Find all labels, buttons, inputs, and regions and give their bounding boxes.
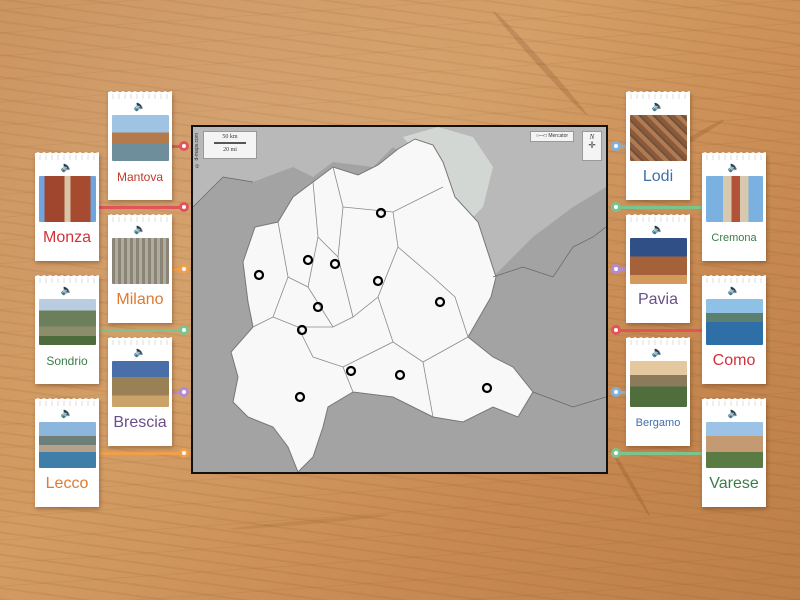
drop-pin-cremona[interactable] — [611, 202, 621, 212]
card-tear — [35, 396, 99, 401]
speaker-icon[interactable]: 🔈 — [61, 408, 73, 420]
card-varese[interactable]: 🔈 Varese — [702, 396, 766, 507]
connector-monza — [98, 206, 184, 209]
card-tear — [702, 150, 766, 155]
thumb-night-square — [629, 238, 687, 284]
card-tear — [35, 273, 99, 278]
card-label-mantova: Mantova — [116, 170, 164, 184]
thumb-hilltop-village — [705, 422, 763, 468]
thumb-alpine-valley — [38, 299, 96, 345]
connector-varese — [616, 452, 702, 455]
card-label-bergamo: Bergamo — [635, 417, 681, 429]
card-tear — [702, 273, 766, 278]
speaker-icon[interactable]: 🔈 — [134, 224, 146, 236]
card-label-como: Como — [712, 352, 756, 369]
card-como[interactable]: 🔈 Como — [702, 273, 766, 384]
card-tear — [108, 89, 172, 94]
card-label-brescia: Brescia — [113, 414, 167, 431]
scale-bar: 50 km 20 mi — [203, 131, 257, 159]
speaker-icon[interactable]: 🔈 — [728, 285, 740, 297]
drop-pin-como[interactable] — [611, 325, 621, 335]
drop-pin-varese[interactable] — [611, 448, 621, 458]
card-label-milano: Milano — [116, 291, 164, 308]
compass: N ✛ — [582, 131, 602, 161]
card-milano[interactable]: 🔈 Milano — [108, 212, 172, 323]
card-tear — [108, 335, 172, 340]
card-tear — [626, 335, 690, 340]
thumb-cathedral-square — [38, 176, 96, 222]
drop-pin-pavia[interactable] — [611, 264, 621, 274]
speaker-icon[interactable]: 🔈 — [652, 347, 664, 359]
lombardy-map: © d-maps.com 50 km 20 mi ○—□ Mercator N … — [191, 125, 608, 474]
card-brescia[interactable]: 🔈 Brescia — [108, 335, 172, 446]
card-pavia[interactable]: 🔈 Pavia — [626, 212, 690, 323]
wood-grain — [490, 8, 590, 118]
card-label-pavia: Pavia — [637, 291, 679, 308]
card-sondrio[interactable]: 🔈 Sondrio — [35, 273, 99, 384]
card-label-lecco: Lecco — [45, 475, 89, 492]
speaker-icon[interactable]: 🔈 — [728, 408, 740, 420]
card-tear — [108, 212, 172, 217]
compass-icon: ✛ — [588, 140, 596, 150]
thumb-lake-mountains — [705, 299, 763, 345]
drop-pin-lodi[interactable] — [611, 141, 621, 151]
speaker-icon[interactable]: 🔈 — [61, 162, 73, 174]
thumb-bell-tower — [705, 176, 763, 222]
card-label-sondrio: Sondrio — [46, 354, 88, 368]
drop-pin-mantova[interactable] — [179, 141, 189, 151]
card-tear — [626, 89, 690, 94]
drop-pin-sondrio[interactable] — [179, 325, 189, 335]
card-tear — [35, 150, 99, 155]
connector-como — [616, 329, 702, 332]
drop-pin-milano[interactable] — [179, 264, 189, 274]
scale-km: 50 km — [222, 134, 238, 140]
thumb-aerial-town — [629, 115, 687, 161]
connector-lecco — [98, 452, 184, 455]
drop-pin-monza[interactable] — [179, 202, 189, 212]
speaker-icon[interactable]: 🔈 — [652, 101, 664, 113]
drop-pin-lecco[interactable] — [179, 448, 189, 458]
card-mantova[interactable]: 🔈 Mantova — [108, 89, 172, 200]
speaker-icon[interactable]: 🔈 — [728, 162, 740, 174]
projection-label: ○—□ Mercator — [530, 131, 574, 142]
drop-pin-bergamo[interactable] — [611, 387, 621, 397]
thumb-gothic-cathedral — [111, 238, 169, 284]
card-monza[interactable]: 🔈 Monza — [35, 150, 99, 261]
connector-sondrio — [98, 329, 184, 332]
scale-line — [214, 142, 246, 144]
card-lodi[interactable]: 🔈 Lodi — [626, 89, 690, 200]
card-tear — [702, 396, 766, 401]
card-lecco[interactable]: 🔈 Lecco — [35, 396, 99, 507]
card-label-varese: Varese — [709, 475, 759, 492]
card-tear — [626, 212, 690, 217]
drop-pin-brescia[interactable] — [179, 387, 189, 397]
wood-grain — [230, 513, 390, 531]
thumb-hill-town — [629, 361, 687, 407]
scale-mi: 20 mi — [223, 147, 237, 153]
card-label-lodi: Lodi — [642, 168, 674, 185]
card-cremona[interactable]: 🔈 Cremona — [702, 150, 766, 261]
speaker-icon[interactable]: 🔈 — [652, 224, 664, 236]
card-label-cremona: Cremona — [711, 232, 757, 244]
connector-cremona — [616, 206, 702, 209]
thumb-lake-town — [38, 422, 96, 468]
card-bergamo[interactable]: 🔈 Bergamo — [626, 335, 690, 446]
projection-name: Mercator — [548, 133, 569, 139]
card-label-monza: Monza — [42, 229, 92, 246]
speaker-icon[interactable]: 🔈 — [134, 101, 146, 113]
map-graphic — [193, 127, 606, 472]
thumb-river-town — [111, 115, 169, 161]
speaker-icon[interactable]: 🔈 — [61, 285, 73, 297]
thumb-church-domes — [111, 361, 169, 407]
map-credit: © d-maps.com — [194, 133, 200, 168]
speaker-icon[interactable]: 🔈 — [134, 347, 146, 359]
